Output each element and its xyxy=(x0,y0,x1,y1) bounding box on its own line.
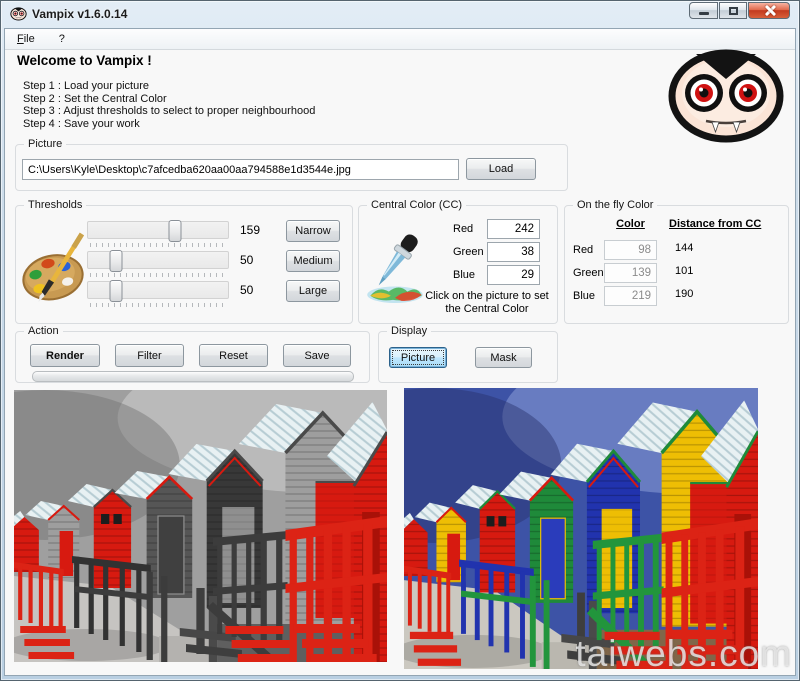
menu-file[interactable]: File xyxy=(13,31,39,47)
cc-green-label: Green xyxy=(453,246,484,258)
slider-ticks-2 xyxy=(90,273,226,277)
otf-green-distance: 101 xyxy=(675,265,694,277)
narrow-button[interactable]: Narrow xyxy=(286,220,340,242)
close-button[interactable] xyxy=(748,2,790,19)
otf-red-field xyxy=(604,240,657,260)
progress-bar xyxy=(32,371,354,382)
central-color-group: Central Color (CC) Red Green Blue Click … xyxy=(358,199,558,324)
otf-blue-field xyxy=(604,286,657,306)
threshold-slider-2[interactable] xyxy=(87,250,229,272)
load-button[interactable]: Load xyxy=(466,158,536,180)
filter-button[interactable]: Filter xyxy=(115,344,184,367)
otf-green-label: Green xyxy=(573,267,604,279)
step-4: Step 4 : Save your work xyxy=(23,117,140,130)
render-button[interactable]: Render xyxy=(30,344,100,367)
window-title: Vampix v1.6.0.14 xyxy=(32,7,128,21)
otf-blue-distance: 190 xyxy=(675,288,694,300)
cc-hint-text: Click on the picture to set the Central … xyxy=(425,290,549,315)
on-the-fly-group-label: On the fly Color xyxy=(573,199,658,211)
cc-green-input[interactable] xyxy=(487,242,540,262)
action-group: Action Render Filter Reset Save xyxy=(15,325,370,383)
otf-green-field xyxy=(604,263,657,283)
threshold-value-1: 159 xyxy=(240,223,261,237)
slider-ticks-3 xyxy=(90,303,226,307)
reset-button[interactable]: Reset xyxy=(199,344,268,367)
welcome-steps: Step 1 : Load your picture Step 2 : Set … xyxy=(23,80,315,130)
vampire-logo xyxy=(663,43,789,143)
large-button[interactable]: Large xyxy=(286,280,340,302)
filtered-huts-image xyxy=(14,390,387,662)
otf-red-label: Red xyxy=(573,244,594,256)
palette-icon xyxy=(20,228,86,308)
preview-image-original[interactable] xyxy=(404,388,758,669)
cc-red-label: Red xyxy=(453,223,474,235)
original-huts-image xyxy=(404,388,758,669)
thresholds-group-label: Thresholds xyxy=(24,199,87,211)
minimize-icon xyxy=(698,12,709,15)
display-picture-button[interactable]: Picture xyxy=(389,347,447,368)
minimize-button[interactable] xyxy=(689,2,718,19)
picture-path-input[interactable] xyxy=(22,159,459,180)
title-bar[interactable]: Vampix v1.6.0.14 xyxy=(0,0,800,28)
cc-blue-label: Blue xyxy=(453,269,476,281)
eyedropper-icon xyxy=(366,232,424,304)
preview-image-filtered[interactable] xyxy=(14,390,387,662)
display-group-label: Display xyxy=(387,325,432,337)
thresholds-group: Thresholds 159 Narrow 50 Medium 50 Large xyxy=(15,199,353,324)
slider-ticks-1 xyxy=(90,243,226,247)
threshold-slider-1[interactable] xyxy=(87,220,229,242)
otf-red-distance: 144 xyxy=(675,242,694,254)
step-3: Step 3 : Adjust thresholds to select to … xyxy=(23,105,316,117)
threshold-value-2: 50 xyxy=(240,253,254,267)
maximize-button[interactable] xyxy=(719,2,747,19)
slider-thumb-2[interactable] xyxy=(109,250,123,272)
slider-thumb-1[interactable] xyxy=(168,220,182,242)
step-2: Step 2 : Set the Central Color xyxy=(23,92,167,105)
step-1: Step 1 : Load your picture xyxy=(23,80,149,92)
picture-group: Picture Load xyxy=(15,138,568,191)
display-mask-button[interactable]: Mask xyxy=(475,347,532,368)
welcome-title: Welcome to Vampix ! xyxy=(17,53,152,68)
color-column-header: Color xyxy=(616,218,645,230)
central-color-group-label: Central Color (CC) xyxy=(367,199,467,211)
cc-blue-input[interactable] xyxy=(487,265,540,285)
save-button[interactable]: Save xyxy=(283,344,351,367)
on-the-fly-group: On the fly Color Color Distance from CC … xyxy=(564,199,789,324)
close-icon xyxy=(764,5,775,16)
display-group: Display Picture Mask xyxy=(378,325,558,383)
picture-group-label: Picture xyxy=(24,138,67,150)
menu-help[interactable]: ? xyxy=(55,31,69,47)
threshold-slider-3[interactable] xyxy=(87,280,229,302)
cc-red-input[interactable] xyxy=(487,219,540,239)
distance-column-header: Distance from CC xyxy=(669,218,762,230)
maximize-icon xyxy=(728,6,738,15)
vampire-app-icon xyxy=(10,7,27,21)
slider-thumb-3[interactable] xyxy=(109,280,123,302)
action-group-label: Action xyxy=(24,325,63,337)
otf-blue-label: Blue xyxy=(573,290,596,302)
app-window: Vampix v1.6.0.14 File ? Welcome to Vampi… xyxy=(0,0,800,681)
medium-button[interactable]: Medium xyxy=(286,250,340,272)
threshold-value-3: 50 xyxy=(240,283,254,297)
